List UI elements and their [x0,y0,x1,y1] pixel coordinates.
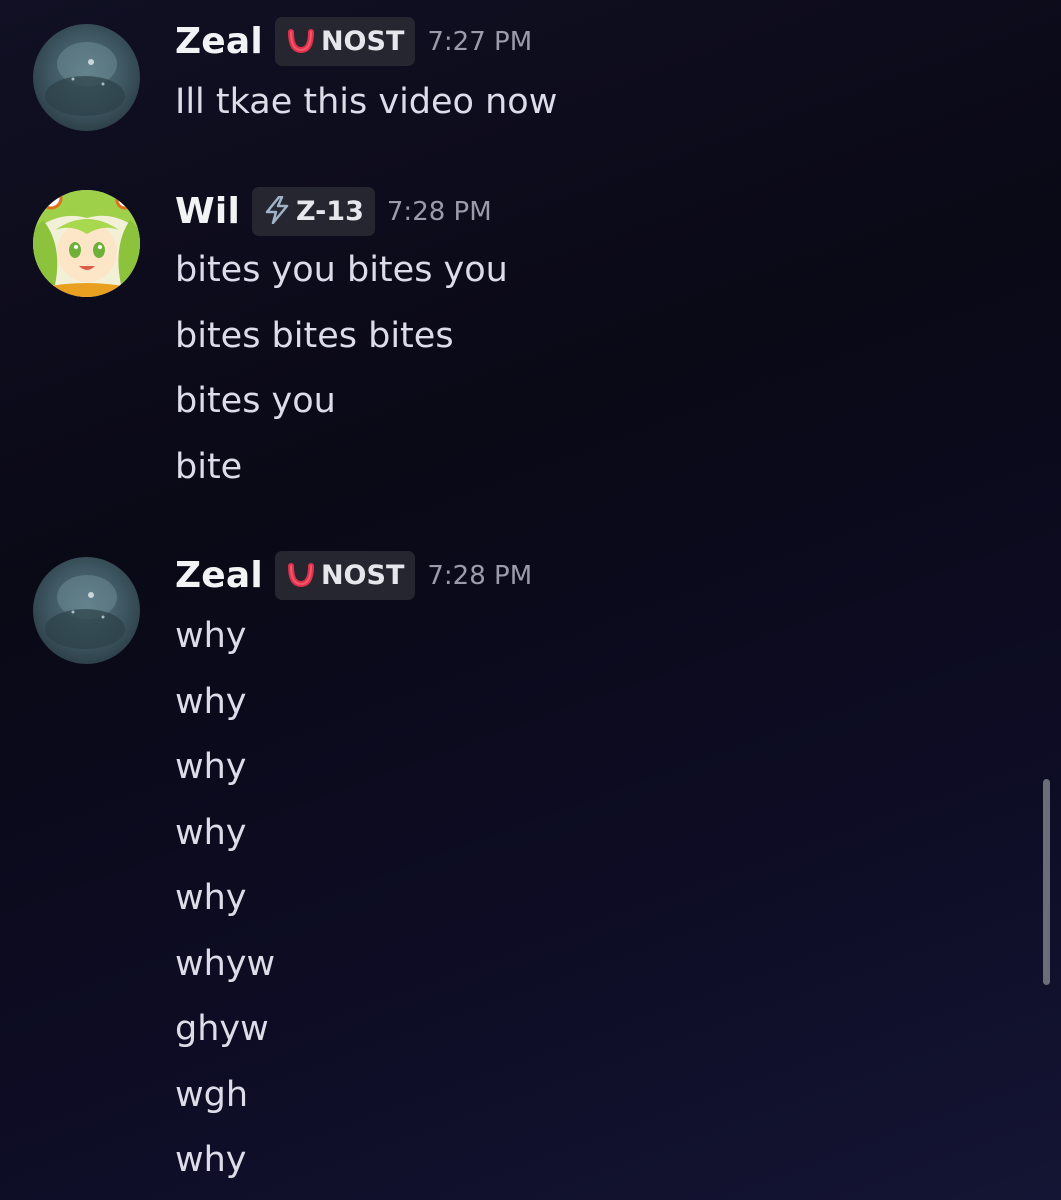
message-content: Ill tkae this video now [175,70,557,136]
message-content: bites you bites you bites bites bites bi… [175,238,508,500]
message-line: bites bites bites [175,315,454,356]
message-timestamp: 7:28 PM [427,560,533,591]
server-tag-label: NOST [320,560,405,591]
red-horseshoe-icon [287,26,315,58]
username[interactable]: Zeal [175,555,263,596]
server-tag[interactable]: Z-13 [252,187,375,236]
message-line: bite [175,446,243,487]
message-header: Wil Z-13 7:28 PM [175,187,492,236]
server-tag-label: Z-13 [296,196,364,227]
message-timestamp: 7:28 PM [386,196,492,227]
message-timestamp: 7:27 PM [427,26,533,57]
chat-message-list: Zeal NOST 7:27 PM Ill tkae this video no… [0,0,1061,1200]
scrollbar-thumb[interactable] [1043,779,1050,985]
message-line: why [175,681,247,722]
lightning-icon [264,195,290,228]
message-line: whyw [175,943,276,984]
username[interactable]: Wil [175,191,240,232]
server-tag[interactable]: NOST [274,17,416,66]
message-content: why why why why why whyw ghyw wgh why [175,604,275,1194]
message-line: ghyw [175,1009,269,1049]
message-line: bites you [175,381,336,421]
red-horseshoe-icon [287,560,315,592]
username[interactable]: Zeal [175,21,263,62]
message-line: why [175,812,247,853]
wil-avatar[interactable] [33,190,140,297]
server-tag[interactable]: NOST [274,551,416,600]
message-line: bites you bites you [175,250,508,290]
server-tag-label: NOST [320,26,405,57]
message-line: wgh [175,1074,249,1115]
message-line: Ill tkae this video now [175,82,558,122]
message-header: Zeal NOST 7:27 PM [175,17,532,66]
message-line: why [175,616,247,656]
message-line: why [175,747,247,787]
message-line: why [175,878,247,918]
message-line: why [175,1140,247,1180]
zeal-avatar[interactable] [33,24,140,131]
zeal-avatar[interactable] [33,557,140,664]
message-header: Zeal NOST 7:28 PM [175,551,532,600]
